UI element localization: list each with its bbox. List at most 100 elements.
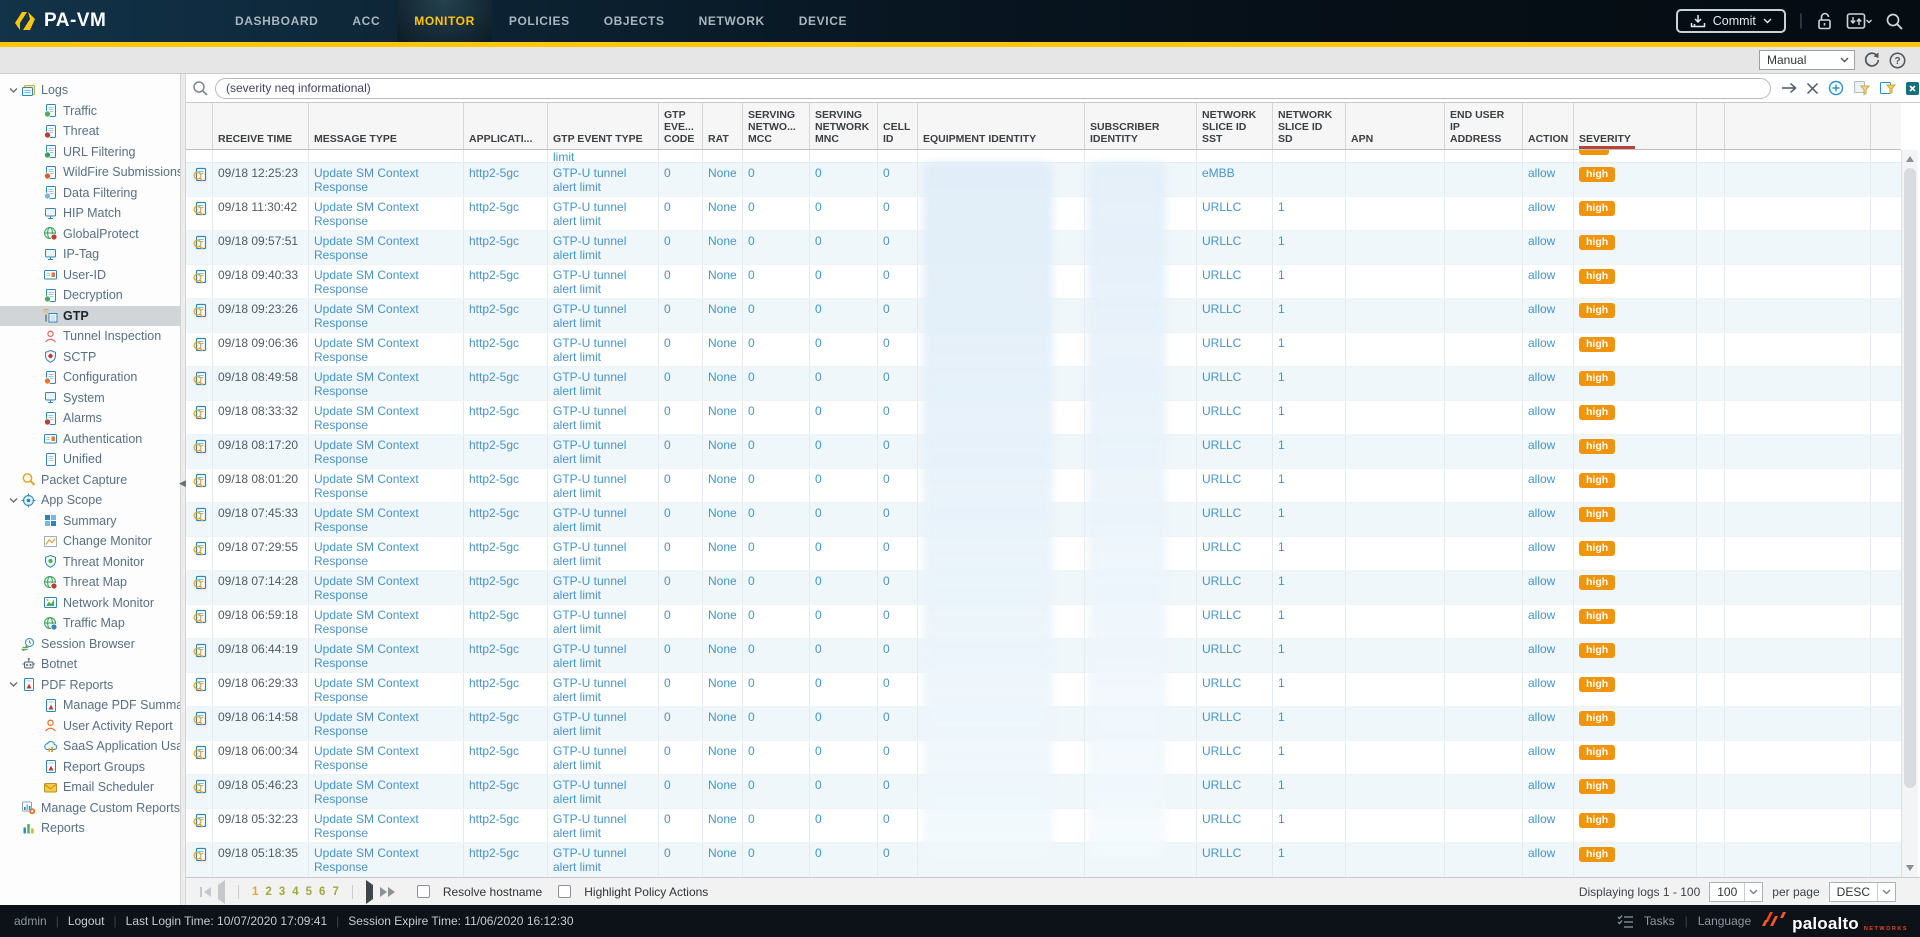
tasks-icon[interactable] bbox=[1617, 914, 1634, 929]
log-detail-icon[interactable] bbox=[186, 435, 213, 468]
log-row[interactable]: 09/18 07:45:33Update SM Context Response… bbox=[186, 503, 1901, 537]
sidebar-item-logs[interactable]: Logs bbox=[0, 80, 180, 101]
sidebar-item-ip-tag[interactable]: IP-Tag bbox=[0, 244, 180, 265]
log-row[interactable]: 09/18 08:33:32Update SM Context Response… bbox=[186, 401, 1901, 435]
sidebar-item-network-monitor[interactable]: Network Monitor bbox=[0, 593, 180, 614]
sidebar-item-hip-match[interactable]: HIP Match bbox=[0, 203, 180, 224]
nav-tab-acc[interactable]: ACC bbox=[335, 0, 397, 42]
help-icon[interactable]: ? bbox=[1889, 52, 1906, 69]
export-logs-icon[interactable] bbox=[1905, 81, 1920, 96]
refresh-mode-select[interactable]: Manual bbox=[1759, 50, 1855, 70]
column-header-detail[interactable] bbox=[186, 103, 213, 149]
log-row[interactable]: 09/18 07:29:55Update SM Context Response… bbox=[186, 537, 1901, 571]
log-row[interactable]: 09/18 09:40:33Update SM Context Response… bbox=[186, 265, 1901, 299]
language-link[interactable]: Language bbox=[1698, 914, 1751, 928]
sidebar-item-botnet[interactable]: Botnet bbox=[0, 654, 180, 675]
sidebar-item-alarms[interactable]: Alarms bbox=[0, 408, 180, 429]
per-page-select[interactable]: 100 bbox=[1709, 882, 1763, 902]
sidebar-item-app-scope[interactable]: App Scope bbox=[0, 490, 180, 511]
log-row[interactable]: 09/18 08:01:20Update SM Context Response… bbox=[186, 469, 1901, 503]
log-row[interactable]: 09/18 09:23:26Update SM Context Response… bbox=[186, 299, 1901, 333]
log-detail-icon[interactable] bbox=[186, 741, 213, 774]
resolve-hostname-checkbox[interactable] bbox=[417, 885, 430, 898]
scroll-down-arrow[interactable] bbox=[1906, 865, 1914, 871]
log-row[interactable]: 09/18 05:18:35Update SM Context Response… bbox=[186, 843, 1901, 877]
sort-order-select[interactable]: DESC bbox=[1829, 882, 1896, 902]
page-number-5[interactable]: 5 bbox=[306, 886, 312, 898]
sidebar-item-wildfire-submissions[interactable]: WildFire Submissions bbox=[0, 162, 180, 183]
column-header-gtp-event-code[interactable]: GTPEVE...CODE bbox=[659, 103, 703, 149]
load-filter-icon[interactable] bbox=[1879, 80, 1896, 96]
sidebar-item-decryption[interactable]: Decryption bbox=[0, 285, 180, 306]
log-detail-icon[interactable] bbox=[186, 163, 213, 196]
column-header-action[interactable]: ACTION bbox=[1523, 103, 1574, 149]
sidebar-item-globalprotect[interactable]: GlobalProtect bbox=[0, 224, 180, 245]
sidebar-item-traffic[interactable]: Traffic bbox=[0, 101, 180, 122]
log-row[interactable]: 09/18 06:44:19Update SM Context Response… bbox=[186, 639, 1901, 673]
column-header-subscriber-identity[interactable]: SUBSCRIBERIDENTITY bbox=[1085, 103, 1197, 149]
nav-tab-network[interactable]: NETWORK bbox=[682, 0, 782, 42]
nav-tab-dashboard[interactable]: DASHBOARD bbox=[218, 0, 335, 42]
log-row[interactable]: 09/18 06:14:58Update SM Context Response… bbox=[186, 707, 1901, 741]
log-row[interactable]: 09/18 09:06:36Update SM Context Response… bbox=[186, 333, 1901, 367]
collapse-sidebar-icon[interactable]: ◀ bbox=[179, 478, 186, 489]
sidebar-item-pdf-reports[interactable]: PDF Reports bbox=[0, 675, 180, 696]
column-header-end-user-ip-address[interactable]: END USER IPADDRESS bbox=[1445, 103, 1523, 149]
sidebar-item-saas-application-usage[interactable]: SaaS Application Usage bbox=[0, 736, 180, 757]
column-header-network-slice-id-sd[interactable]: NETWORKSLICE IDSD bbox=[1273, 103, 1346, 149]
sidebar-item-user-id[interactable]: User-ID bbox=[0, 265, 180, 286]
log-row[interactable]: 09/18 06:59:18Update SM Context Response… bbox=[186, 605, 1901, 639]
log-detail-icon[interactable] bbox=[186, 775, 213, 808]
sidebar-item-system[interactable]: System bbox=[0, 388, 180, 409]
last-page-button[interactable] bbox=[380, 887, 395, 897]
commit-button[interactable]: Commit bbox=[1676, 9, 1786, 33]
log-detail-icon[interactable] bbox=[186, 333, 213, 366]
add-filter-icon[interactable] bbox=[1828, 80, 1844, 96]
page-number-6[interactable]: 6 bbox=[319, 886, 325, 898]
nav-tab-monitor[interactable]: MONITOR bbox=[397, 0, 492, 42]
next-page-button[interactable] bbox=[366, 885, 373, 899]
nav-tab-objects[interactable]: OBJECTS bbox=[587, 0, 682, 42]
log-filter-input[interactable] bbox=[215, 78, 1771, 99]
sidebar-item-data-filtering[interactable]: Data Filtering bbox=[0, 183, 180, 204]
log-detail-icon[interactable] bbox=[186, 843, 213, 876]
log-row-partial[interactable]: limit bbox=[186, 150, 1901, 163]
page-number-1[interactable]: 1 bbox=[252, 886, 258, 898]
sidebar-item-threat-map[interactable]: Threat Map bbox=[0, 572, 180, 593]
log-detail-icon[interactable] bbox=[186, 197, 213, 230]
sidebar-item-threat-monitor[interactable]: Threat Monitor bbox=[0, 552, 180, 573]
column-header-receive-time[interactable]: RECEIVE TIME bbox=[213, 103, 309, 149]
column-header-serving-network-mnc[interactable]: SERVINGNETWORKMNC bbox=[810, 103, 878, 149]
log-detail-icon[interactable] bbox=[186, 265, 213, 298]
chevron-expand-icon[interactable] bbox=[6, 497, 20, 504]
chevron-expand-icon[interactable] bbox=[6, 87, 20, 94]
column-header-spacer1[interactable] bbox=[1697, 103, 1725, 149]
column-header-message-type[interactable]: MESSAGE TYPE bbox=[309, 103, 464, 149]
sidebar-item-sctp[interactable]: SCTP bbox=[0, 347, 180, 368]
sidebar-item-reports[interactable]: Reports bbox=[0, 818, 180, 839]
log-detail-icon[interactable] bbox=[186, 605, 213, 638]
scrollbar-thumb[interactable] bbox=[1904, 168, 1916, 788]
refresh-icon[interactable] bbox=[1863, 51, 1881, 69]
sidebar-item-manage-custom-reports[interactable]: Manage Custom Reports bbox=[0, 798, 180, 819]
log-detail-icon[interactable] bbox=[186, 571, 213, 604]
log-row[interactable]: 09/18 07:14:28Update SM Context Response… bbox=[186, 571, 1901, 605]
log-row[interactable]: 09/18 05:32:23Update SM Context Response… bbox=[186, 809, 1901, 843]
log-row[interactable]: 09/18 08:17:20Update SM Context Response… bbox=[186, 435, 1901, 469]
sidebar-item-unified[interactable]: Unified bbox=[0, 449, 180, 470]
log-detail-icon[interactable] bbox=[186, 537, 213, 570]
nav-tab-policies[interactable]: POLICIES bbox=[492, 0, 587, 42]
sidebar-item-traffic-map[interactable]: Traffic Map bbox=[0, 613, 180, 634]
log-row[interactable]: 09/18 11:30:42Update SM Context Response… bbox=[186, 197, 1901, 231]
nav-tab-device[interactable]: DEVICE bbox=[782, 0, 864, 42]
log-row[interactable]: 09/18 06:00:34Update SM Context Response… bbox=[186, 741, 1901, 775]
log-detail-icon[interactable] bbox=[186, 503, 213, 536]
sidebar-item-manage-pdf-summary[interactable]: Manage PDF Summary bbox=[0, 695, 180, 716]
sidebar-item-gtp[interactable]: GTP bbox=[0, 306, 180, 327]
log-detail-icon[interactable] bbox=[186, 401, 213, 434]
log-detail-icon[interactable] bbox=[186, 639, 213, 672]
sidebar-item-summary[interactable]: Summary bbox=[0, 511, 180, 532]
column-header-severity[interactable]: SEVERITY bbox=[1574, 103, 1697, 149]
column-header-serving-network-mcc[interactable]: SERVINGNETWO...MCC bbox=[743, 103, 810, 149]
page-number-7[interactable]: 7 bbox=[332, 886, 338, 898]
